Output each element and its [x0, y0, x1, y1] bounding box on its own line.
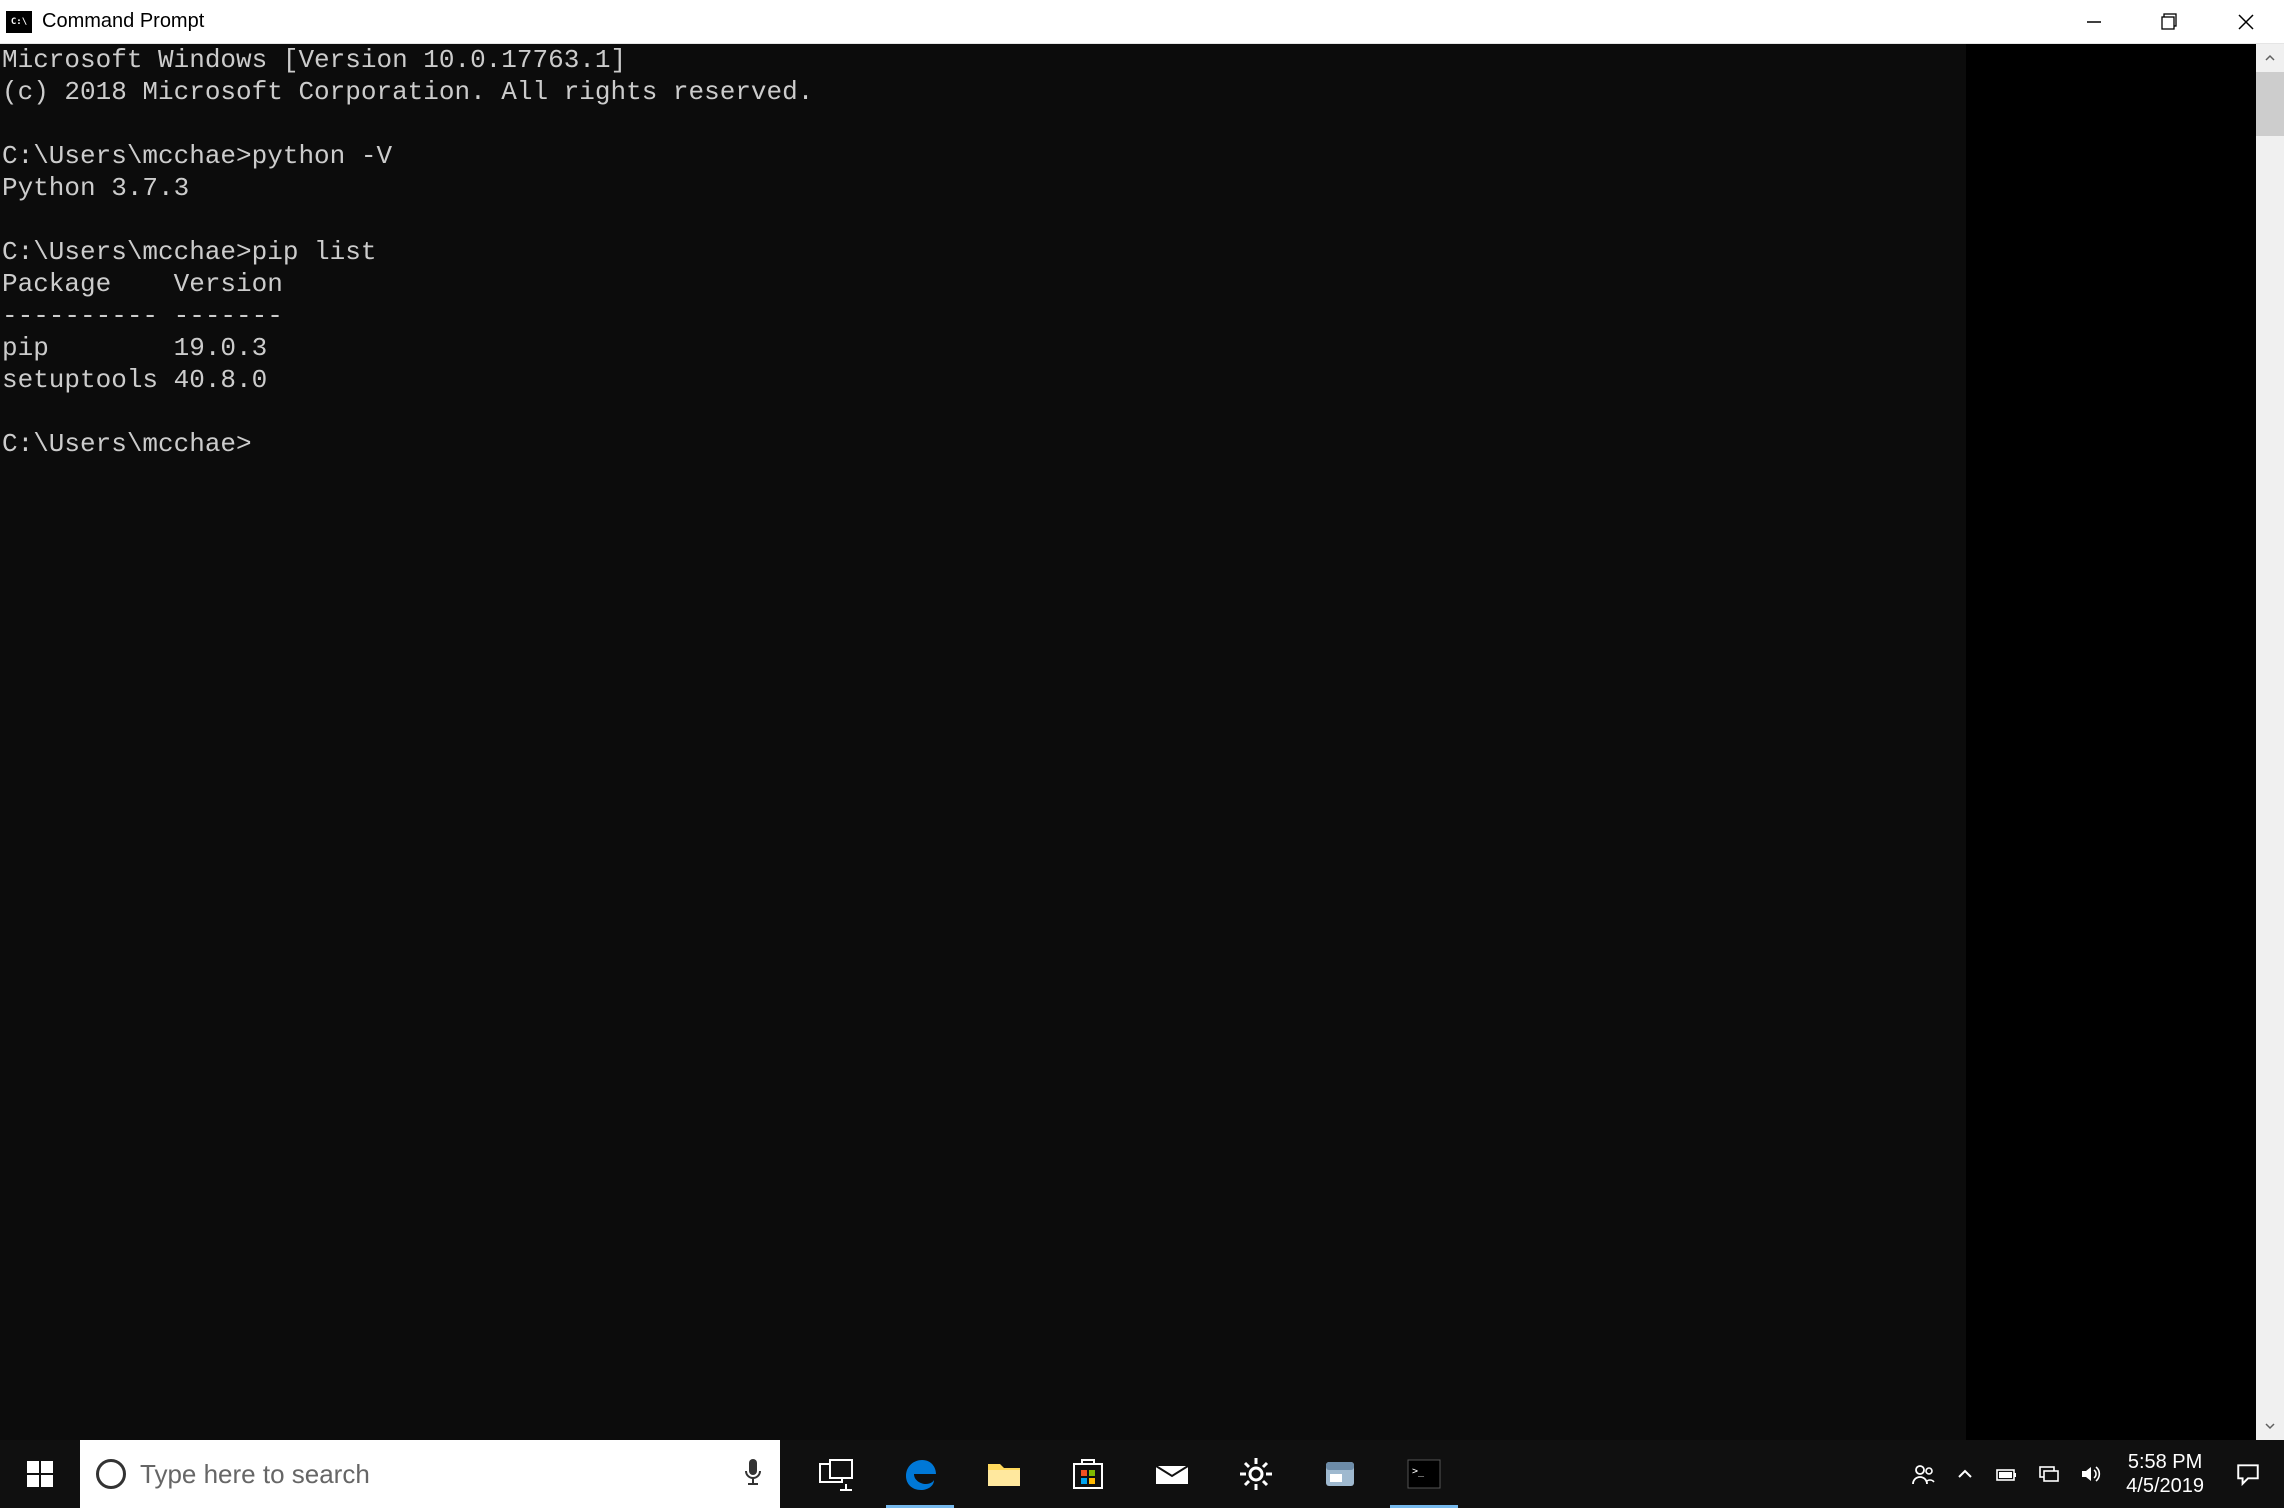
command-prompt-taskbar-icon[interactable]: >_ [1382, 1440, 1466, 1508]
terminal-output[interactable]: Microsoft Windows [Version 10.0.17763.1]… [0, 44, 1966, 1440]
time-text: 5:58 PM [2126, 1450, 2204, 1474]
search-box[interactable]: Type here to search [80, 1440, 780, 1508]
mail-icon[interactable] [1130, 1440, 1214, 1508]
command-prompt-window: C:\ Command Prompt Microsoft Windows [Ve… [0, 0, 2284, 1440]
window-title: Command Prompt [42, 10, 204, 33]
window-controls [2056, 0, 2284, 43]
microsoft-store-icon[interactable] [1046, 1440, 1130, 1508]
volume-icon[interactable] [2070, 1440, 2112, 1508]
app-icon-text: C:\ [11, 17, 27, 27]
cortana-icon [96, 1459, 126, 1489]
minimize-button[interactable] [2056, 0, 2132, 43]
clock[interactable]: 5:58 PM 4/5/2019 [2112, 1450, 2218, 1498]
terminal-margin [1966, 44, 2256, 1440]
scroll-down-arrow-icon[interactable] [2256, 1412, 2284, 1440]
terminal-area: Microsoft Windows [Version 10.0.17763.1]… [0, 44, 2284, 1440]
start-button[interactable] [0, 1440, 80, 1508]
file-explorer-icon[interactable] [962, 1440, 1046, 1508]
taskbar-apps: >_ [780, 1440, 1466, 1508]
scroll-track[interactable] [2256, 72, 2284, 1412]
close-button[interactable] [2208, 0, 2284, 43]
titlebar[interactable]: C:\ Command Prompt [0, 0, 2284, 44]
maximize-button[interactable] [2132, 0, 2208, 43]
svg-text:>_: >_ [1412, 1466, 1425, 1477]
scroll-thumb[interactable] [2256, 72, 2284, 136]
search-placeholder: Type here to search [140, 1459, 728, 1490]
app-icon: C:\ [6, 11, 32, 33]
microphone-icon[interactable] [742, 1457, 764, 1492]
vertical-scrollbar[interactable] [2256, 44, 2284, 1440]
taskbar: Type here to search >_ [0, 1440, 2284, 1508]
pinned-app-icon[interactable] [1298, 1440, 1382, 1508]
scroll-up-arrow-icon[interactable] [2256, 44, 2284, 72]
battery-icon[interactable] [1986, 1440, 2028, 1508]
action-center-icon[interactable] [2218, 1461, 2278, 1487]
edge-browser-icon[interactable] [878, 1440, 962, 1508]
people-icon[interactable] [1902, 1440, 1944, 1508]
date-text: 4/5/2019 [2126, 1474, 2204, 1498]
tray-expand-icon[interactable] [1944, 1440, 1986, 1508]
system-tray: 5:58 PM 4/5/2019 [1902, 1440, 2284, 1508]
settings-icon[interactable] [1214, 1440, 1298, 1508]
task-view-button[interactable] [794, 1440, 878, 1508]
network-icon[interactable] [2028, 1440, 2070, 1508]
